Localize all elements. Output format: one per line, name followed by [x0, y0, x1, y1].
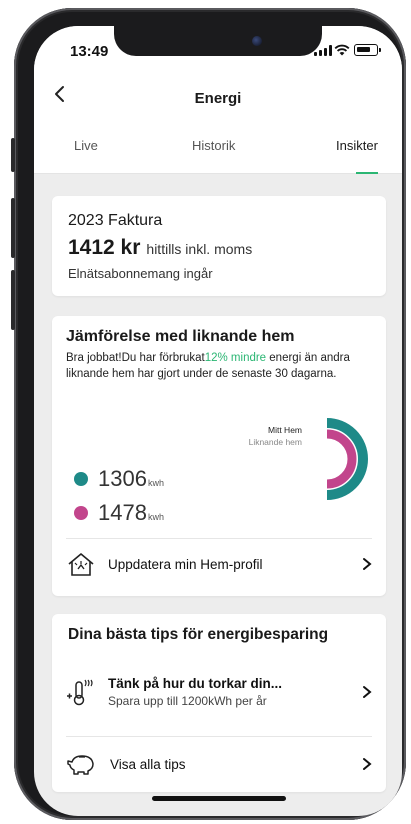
tab-live[interactable]: Live [74, 138, 98, 153]
show-all-tips-label: Visa alla tips [110, 756, 186, 772]
phone-frame: 13:49 Energi Live Historik Insikter 2023… [11, 8, 406, 820]
invoice-card[interactable]: 2023 Faktura 1412 kr hittills inkl. moms… [52, 196, 386, 296]
page-title: Energi [194, 90, 242, 107]
similar-reading: 1478kwh [98, 500, 164, 526]
invoice-amount-row: 1412 kr hittills inkl. moms [68, 236, 370, 260]
home-indicator[interactable] [152, 796, 286, 801]
wifi-icon [334, 44, 350, 56]
piggy-bank-icon [67, 755, 94, 775]
card-divider [66, 736, 372, 737]
active-tab-indicator [356, 172, 378, 174]
invoice-subscription-note: Elnätsabonnemang ingår [68, 266, 213, 281]
similar-dot [74, 506, 88, 520]
legend-similar: 1478kwh [74, 500, 164, 526]
comparison-heading: Jämförelse med liknande hem [66, 328, 295, 345]
app-header: Energi [34, 70, 402, 118]
description-prefix: Bra jobbat!Du har förbrukat [66, 352, 205, 364]
tips-card: Dina bästa tips för energibesparing Tänk… [52, 614, 386, 792]
tip-text: Tänk på hur du torkar din... Spara upp t… [108, 676, 362, 708]
ring-similar-arc [326, 429, 357, 489]
comparison-ring-chart [326, 418, 368, 500]
volume-up-button [11, 198, 15, 258]
tip-title: Tänk på hur du torkar din... [108, 676, 283, 691]
similar-value: 1478 [98, 500, 147, 525]
tip-subtitle: Spara upp till 1200kWh per år [108, 694, 267, 708]
notch [114, 26, 322, 56]
side-button [11, 138, 15, 172]
thermometer-icon [67, 679, 93, 706]
tip-drying-item[interactable]: Tänk på hur du torkar din... Spara upp t… [66, 662, 372, 722]
chevron-right-icon [363, 686, 372, 698]
invoice-amount-note: hittills inkl. moms [146, 241, 253, 257]
chevron-right-icon [363, 758, 372, 770]
status-time: 13:49 [70, 43, 109, 60]
similar-unit: kwh [147, 512, 164, 522]
comparison-description: Bra jobbat!Du har förbrukat12% mindre en… [66, 350, 372, 382]
chevron-right-icon [363, 558, 372, 570]
description-highlight: 12% mindre [204, 352, 267, 364]
my-home-value: 1306 [98, 466, 147, 491]
tips-heading: Dina bästa tips för energibesparing [68, 626, 329, 643]
invoice-amount: 1412 kr [68, 236, 141, 259]
battery-icon [354, 44, 381, 56]
show-all-tips-button[interactable]: Visa alla tips [66, 742, 372, 786]
tab-bar: Live Historik Insikter [34, 118, 402, 174]
my-home-dot [74, 472, 88, 486]
comparison-card: Jämförelse med liknande hem Bra jobbat!D… [52, 316, 386, 596]
update-profile-label: Uppdatera min Hem-profil [108, 556, 263, 572]
house-icon [68, 553, 94, 576]
update-profile-button[interactable]: Uppdatera min Hem-profil [66, 542, 372, 586]
my-home-reading: 1306kwh [98, 466, 164, 492]
tab-historik[interactable]: Historik [192, 138, 235, 153]
my-home-unit: kwh [147, 478, 164, 488]
invoice-heading: 2023 Faktura [68, 212, 163, 229]
screen: 13:49 Energi Live Historik Insikter 2023… [34, 26, 402, 816]
legend-my-home: 1306kwh [74, 466, 164, 492]
camera [252, 36, 262, 46]
card-divider [66, 538, 372, 539]
volume-down-button [11, 270, 15, 330]
tab-insikter[interactable]: Insikter [336, 138, 378, 153]
